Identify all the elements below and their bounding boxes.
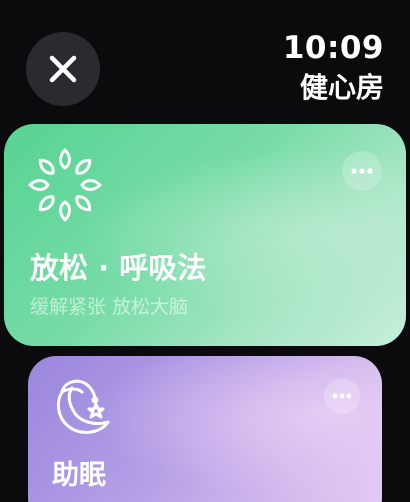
more-options-button[interactable] <box>324 378 360 414</box>
leaf-wreath-icon <box>24 144 106 230</box>
sleeping-moon-icon <box>48 374 118 444</box>
more-options-button[interactable] <box>342 151 382 191</box>
status-header: 10:09 健心房 <box>283 30 384 108</box>
card-title: 放松 · 呼吸法 <box>30 251 207 285</box>
watch-screen: 10:09 健心房 放松 · 呼吸法 缓解紧张 放松大脑 助眠 <box>0 0 410 502</box>
app-title: 健心房 <box>299 71 384 104</box>
clock-time: 10:09 <box>282 30 384 66</box>
more-dots-icon <box>332 393 352 399</box>
more-dots-icon <box>351 168 373 174</box>
close-button[interactable] <box>26 32 100 106</box>
card-sleep[interactable]: 助眠 <box>28 356 382 502</box>
card-relax-breathing[interactable]: 放松 · 呼吸法 缓解紧张 放松大脑 <box>4 124 406 346</box>
card-subtitle: 缓解紧张 放松大脑 <box>30 296 189 318</box>
close-icon <box>49 55 77 83</box>
card-title: 助眠 <box>52 460 106 491</box>
